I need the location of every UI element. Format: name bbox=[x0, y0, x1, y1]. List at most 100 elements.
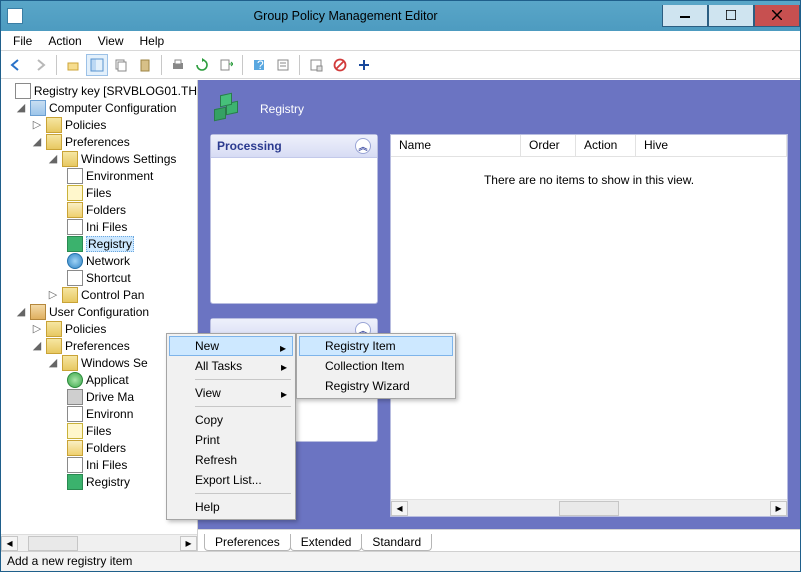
separator bbox=[195, 379, 291, 380]
up-button[interactable] bbox=[62, 54, 84, 76]
scroll-thumb[interactable] bbox=[559, 501, 619, 516]
tree-control-panel[interactable]: ▷Control Pan bbox=[1, 286, 197, 303]
collapse-icon[interactable]: ◢ bbox=[47, 152, 59, 165]
menu-view[interactable]: View bbox=[90, 32, 132, 50]
expand-icon[interactable]: ▷ bbox=[31, 118, 43, 131]
list-scrollbar-h[interactable]: ◂ ▸ bbox=[391, 499, 787, 516]
ctx-label: Collection Item bbox=[325, 359, 404, 373]
scroll-left-icon[interactable]: ◂ bbox=[391, 501, 408, 516]
folder-icon bbox=[62, 287, 78, 303]
expand-icon[interactable]: ▷ bbox=[31, 322, 43, 335]
tree-label: Environment bbox=[86, 169, 153, 183]
tree-preferences[interactable]: ◢Preferences bbox=[1, 133, 197, 150]
collapse-icon[interactable]: ◢ bbox=[47, 356, 59, 369]
scroll-right-icon[interactable]: ▸ bbox=[770, 501, 787, 516]
maximize-button[interactable] bbox=[708, 5, 754, 27]
ctx-label: Help bbox=[195, 500, 220, 514]
ctx-refresh[interactable]: Refresh bbox=[169, 450, 293, 470]
card-title: Processing bbox=[217, 139, 282, 153]
folder-icon bbox=[46, 134, 62, 150]
col-hive[interactable]: Hive bbox=[636, 135, 787, 156]
ctx-label: All Tasks bbox=[195, 359, 242, 373]
collapse-icon[interactable]: ◢ bbox=[15, 305, 27, 318]
properties-button[interactable] bbox=[272, 54, 294, 76]
ctx-label: Registry Item bbox=[325, 339, 396, 353]
tree-registry[interactable]: Registry bbox=[1, 235, 197, 252]
tab-preferences[interactable]: Preferences bbox=[204, 534, 291, 551]
tree-label: Ini Files bbox=[86, 220, 127, 234]
ctx-label: Refresh bbox=[195, 453, 237, 467]
copy-button[interactable] bbox=[110, 54, 132, 76]
add-button[interactable] bbox=[353, 54, 375, 76]
scroll-right-icon[interactable]: ▸ bbox=[180, 536, 197, 551]
tree-policies[interactable]: ▷Policies bbox=[1, 116, 197, 133]
tree-label: Shortcut bbox=[86, 271, 131, 285]
ctx-view[interactable]: View▸ bbox=[169, 383, 293, 403]
tree-scrollbar-h[interactable]: ◂ ▸ bbox=[1, 534, 197, 551]
tree-network[interactable]: Network bbox=[1, 252, 197, 269]
col-action[interactable]: Action bbox=[576, 135, 636, 156]
refresh-button[interactable] bbox=[191, 54, 213, 76]
computer-icon bbox=[30, 100, 46, 116]
minimize-button[interactable] bbox=[662, 5, 708, 27]
tree-files[interactable]: Files bbox=[1, 184, 197, 201]
policy-icon bbox=[15, 83, 31, 99]
registry-header-icon bbox=[210, 90, 248, 128]
folder-icon bbox=[67, 202, 83, 218]
scroll-left-icon[interactable]: ◂ bbox=[1, 536, 18, 551]
close-button[interactable] bbox=[754, 5, 800, 27]
tree-label: Windows Settings bbox=[81, 152, 176, 166]
export-button[interactable] bbox=[215, 54, 237, 76]
back-button[interactable] bbox=[5, 54, 27, 76]
tree-root[interactable]: Registry key [SRVBLOG01.TH bbox=[1, 82, 197, 99]
ctx-new[interactable]: New▸ bbox=[169, 336, 293, 356]
tree-shortcut[interactable]: Shortcut bbox=[1, 269, 197, 286]
ctx-registry-item[interactable]: Registry Item bbox=[299, 336, 453, 356]
print-button[interactable] bbox=[167, 54, 189, 76]
ini-icon bbox=[67, 219, 83, 235]
menu-help[interactable]: Help bbox=[132, 32, 173, 50]
tree-ini-files[interactable]: Ini Files bbox=[1, 218, 197, 235]
collapse-icon[interactable]: ◢ bbox=[31, 339, 43, 352]
tree-label: Computer Configuration bbox=[49, 101, 176, 115]
registry-icon bbox=[67, 236, 83, 252]
tree-label: Folders bbox=[86, 441, 126, 455]
ctx-label: Registry Wizard bbox=[325, 379, 410, 393]
expand-icon[interactable]: ▷ bbox=[47, 288, 59, 301]
ctx-help[interactable]: Help bbox=[169, 497, 293, 517]
collapse-icon[interactable]: ︽ bbox=[355, 138, 371, 154]
tab-standard[interactable]: Standard bbox=[361, 534, 432, 551]
scroll-thumb[interactable] bbox=[28, 536, 78, 551]
tree-folders[interactable]: Folders bbox=[1, 201, 197, 218]
tab-extended[interactable]: Extended bbox=[290, 534, 363, 551]
collapse-icon[interactable]: ◢ bbox=[15, 101, 27, 114]
collapse-icon[interactable]: ◢ bbox=[31, 135, 43, 148]
ctx-all-tasks[interactable]: All Tasks▸ bbox=[169, 356, 293, 376]
tree-label: Registry bbox=[86, 475, 130, 489]
forward-button[interactable] bbox=[29, 54, 51, 76]
ctx-copy[interactable]: Copy bbox=[169, 410, 293, 430]
show-hide-tree-button[interactable] bbox=[86, 54, 108, 76]
tabs: Preferences Extended Standard bbox=[198, 529, 800, 551]
stop-button[interactable] bbox=[329, 54, 351, 76]
col-name[interactable]: Name bbox=[391, 135, 521, 156]
help-button[interactable]: ? bbox=[248, 54, 270, 76]
paste-button[interactable] bbox=[134, 54, 156, 76]
tree-user-configuration[interactable]: ◢User Configuration bbox=[1, 303, 197, 320]
ctx-print[interactable]: Print bbox=[169, 430, 293, 450]
status-bar: Add a new registry item bbox=[1, 551, 800, 571]
tree-computer-configuration[interactable]: ◢ Computer Configuration bbox=[1, 99, 197, 116]
menu-file[interactable]: File bbox=[5, 32, 40, 50]
ctx-collection-item[interactable]: Collection Item bbox=[299, 356, 453, 376]
card-header[interactable]: Processing ︽ bbox=[211, 135, 377, 158]
filter-button[interactable] bbox=[305, 54, 327, 76]
col-order[interactable]: Order bbox=[521, 135, 576, 156]
ctx-registry-wizard[interactable]: Registry Wizard bbox=[299, 376, 453, 396]
tree-environment[interactable]: Environment bbox=[1, 167, 197, 184]
tree-label: Environn bbox=[86, 407, 133, 421]
menu-action[interactable]: Action bbox=[40, 32, 89, 50]
ctx-export-list[interactable]: Export List... bbox=[169, 470, 293, 490]
title-bar: Group Policy Management Editor bbox=[1, 1, 800, 31]
status-text: Add a new registry item bbox=[7, 554, 132, 568]
tree-windows-settings[interactable]: ◢ Windows Settings bbox=[1, 150, 197, 167]
